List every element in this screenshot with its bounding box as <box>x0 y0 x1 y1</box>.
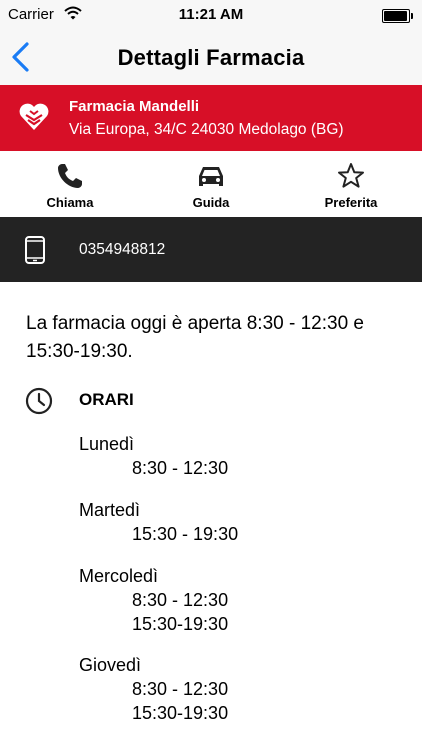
phone-icon <box>58 164 82 188</box>
phone-number: 0354948812 <box>79 241 166 258</box>
status-bar: Carrier 11:21 AM <box>0 0 422 30</box>
schedule-day: Mercoledì <box>79 566 159 586</box>
favorite-label: Preferita <box>324 195 378 210</box>
schedule-hours: 15:30-19:30 <box>132 703 229 723</box>
battery-fill <box>384 11 407 21</box>
today-opening-text: La farmacia oggi è aperta 8:30 - 12:30 e… <box>26 313 365 362</box>
battery-icon <box>382 9 413 23</box>
phone-row[interactable]: 0354948812 <box>0 217 422 282</box>
pharmacy-name: Farmacia Mandelli <box>69 98 200 115</box>
battery-cap <box>411 13 413 19</box>
clock-icon <box>25 387 53 415</box>
schedule-hours: 8:30 - 12:30 <box>132 590 229 610</box>
page-title: Dettagli Farmacia <box>117 45 305 70</box>
schedule-day: Giovedì <box>79 655 142 675</box>
schedule-hours: 8:30 - 12:30 <box>132 458 229 478</box>
call-label: Chiama <box>46 195 94 210</box>
pharmacy-address: Via Europa, 34/C 24030 Medolago (BG) <box>69 121 344 138</box>
schedule-hours: 15:30-19:30 <box>132 614 229 634</box>
schedule-day: Martedì <box>79 500 141 520</box>
call-button[interactable]: Chiama <box>15 151 125 217</box>
status-time: 11:21 AM <box>178 6 244 23</box>
schedule-day: Lunedì <box>79 434 135 454</box>
car-icon <box>199 167 223 186</box>
pharmacy-heart-logo-icon <box>19 103 49 130</box>
favorite-button[interactable]: Preferita <box>296 151 406 217</box>
schedule-title: ORARI <box>79 390 134 409</box>
action-bar: Chiama Guida Preferita <box>0 151 422 218</box>
mobile-phone-icon <box>25 236 45 264</box>
schedule-hours: 15:30 - 19:30 <box>132 524 239 544</box>
star-icon <box>338 163 364 188</box>
schedule-hours: 8:30 - 12:30 <box>132 679 229 699</box>
drive-button[interactable]: Guida <box>156 151 266 217</box>
navigation-bar: Dettagli Farmacia <box>0 30 422 85</box>
drive-label: Guida <box>192 195 230 210</box>
pharmacy-header: Farmacia Mandelli Via Europa, 34/C 24030… <box>0 85 422 151</box>
